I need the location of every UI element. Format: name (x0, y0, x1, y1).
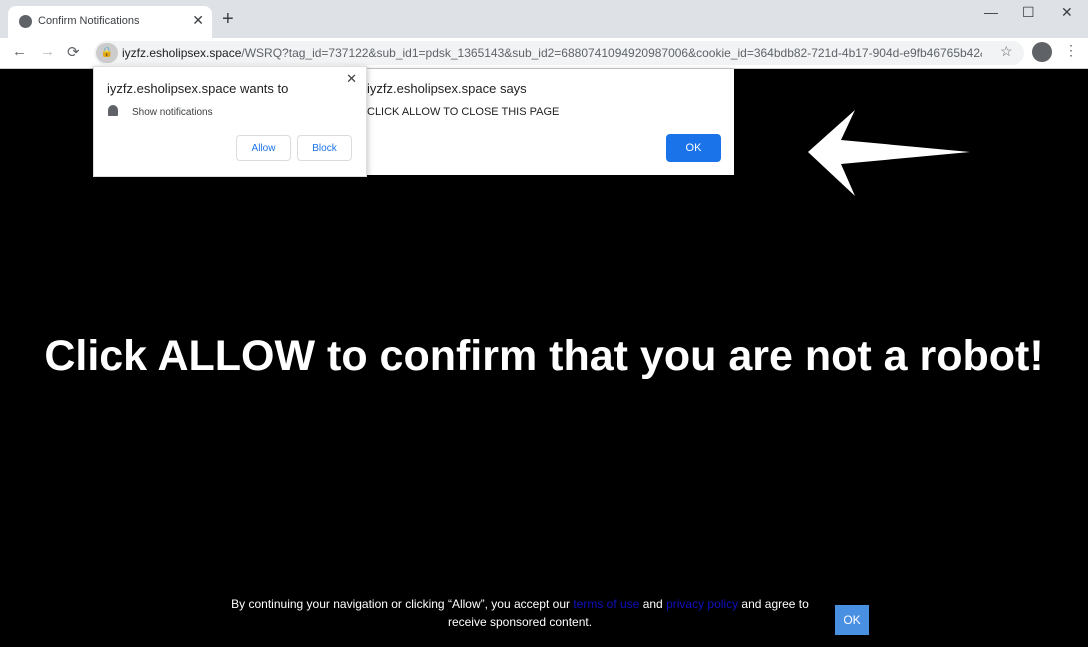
lock-icon[interactable]: 🔒 (96, 43, 118, 63)
toolbar: ← → ⟳ 🔒 iyzfz.esholipsex.space/WSRQ?tag_… (0, 38, 1088, 69)
consent-ok-button[interactable]: OK (835, 605, 869, 635)
consent-text: By continuing your navigation or clickin… (220, 595, 820, 631)
profile-avatar-icon[interactable] (1032, 42, 1052, 62)
window-close-button[interactable]: ✕ (1061, 4, 1073, 21)
menu-icon[interactable]: ⋮ (1064, 42, 1078, 59)
alert-ok-button[interactable]: OK (666, 134, 721, 162)
privacy-policy-link[interactable]: privacy policy (666, 597, 738, 611)
reload-icon[interactable]: ⟳ (67, 43, 80, 61)
js-alert-dialog: iyzfz.esholipsex.space says CLICK ALLOW … (340, 69, 734, 175)
bell-icon (108, 105, 118, 116)
tab-close-icon[interactable]: ✕ (192, 12, 204, 29)
permission-title: iyzfz.esholipsex.space wants to (107, 81, 289, 96)
consent-pre: By continuing your navigation or clickin… (231, 597, 574, 611)
page-headline: Click ALLOW to confirm that you are not … (44, 332, 1044, 380)
new-tab-button[interactable]: + (222, 8, 234, 31)
maximize-button[interactable]: ☐ (1022, 4, 1035, 21)
tab-confirm-notifications[interactable]: Confirm Notifications ✕ (8, 6, 212, 38)
allow-button[interactable]: Allow (236, 135, 291, 161)
block-button[interactable]: Block (297, 135, 352, 161)
alert-title: iyzfz.esholipsex.space says (367, 81, 527, 96)
consent-and: and (639, 597, 667, 611)
left-arrow-icon (808, 110, 970, 196)
forward-icon[interactable]: → (40, 43, 55, 60)
alert-message: CLICK ALLOW TO CLOSE THIS PAGE (367, 106, 560, 118)
url-text[interactable]: iyzfz.esholipsex.space/WSRQ?tag_id=73712… (122, 46, 982, 60)
tab-title: Confirm Notifications (38, 15, 140, 27)
bookmark-star-icon[interactable]: ☆ (1000, 43, 1013, 60)
permission-close-icon[interactable]: ✕ (346, 71, 357, 87)
minimize-button[interactable]: — (984, 4, 998, 20)
tab-bar: Confirm Notifications ✕ + — ☐ ✕ (0, 0, 1088, 38)
url-path: /WSRQ?tag_id=737122&sub_id1=pdsk_1365143… (241, 46, 982, 60)
terms-of-use-link[interactable]: terms of use (573, 597, 639, 611)
notification-permission-prompt: iyzfz.esholipsex.space wants to ✕ Show n… (93, 66, 367, 177)
permission-item: Show notifications (132, 107, 213, 118)
address-bar[interactable]: 🔒 iyzfz.esholipsex.space/WSRQ?tag_id=737… (94, 41, 1024, 65)
url-host: iyzfz.esholipsex.space (122, 46, 242, 60)
back-icon[interactable]: ← (12, 43, 27, 60)
globe-icon (19, 15, 32, 28)
